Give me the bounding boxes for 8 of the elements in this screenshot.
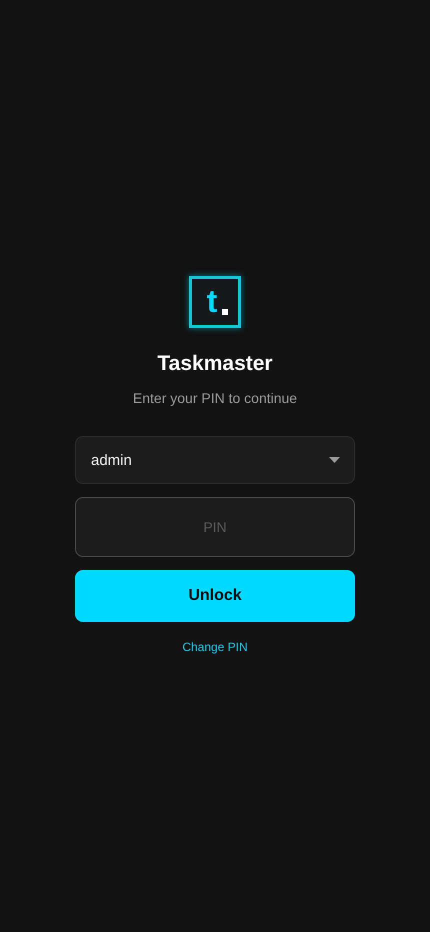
app-title: Taskmaster bbox=[157, 352, 273, 376]
user-dropdown[interactable]: admin bbox=[75, 436, 355, 484]
caret-icon bbox=[329, 457, 340, 463]
app-logo: t bbox=[189, 276, 241, 328]
unlock-button[interactable]: Unlock bbox=[75, 570, 355, 622]
subtitle: Enter your PIN to continue bbox=[132, 390, 298, 406]
pin-field[interactable]: PIN bbox=[75, 497, 355, 557]
change-pin-link[interactable]: Change PIN bbox=[182, 640, 248, 654]
